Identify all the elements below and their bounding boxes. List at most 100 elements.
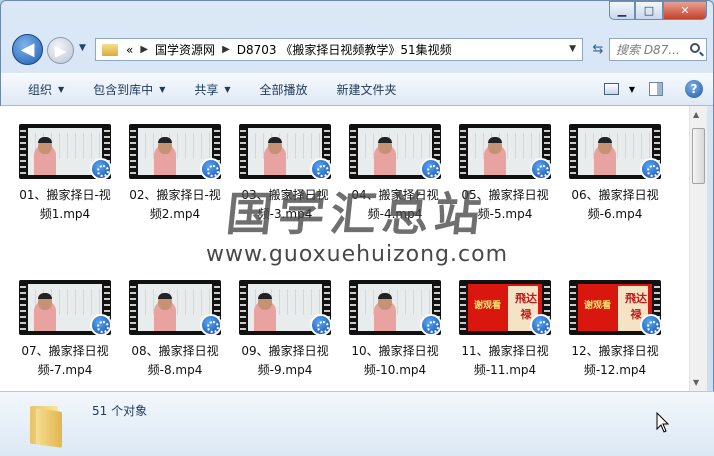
file-name-line: 05、搬家择日视	[461, 188, 549, 202]
details-pane: 51 个对象	[0, 391, 714, 456]
media-player-icon	[640, 314, 661, 335]
file-name-line: 频-5.mp4	[477, 207, 533, 221]
file-item[interactable]: 04、搬家择日视 频-4.mp4	[340, 124, 450, 224]
breadcrumb-root[interactable]: 国学资源网	[155, 41, 215, 58]
file-name-line: 10、搬家择日视	[351, 344, 439, 358]
file-item[interactable]: 10、搬家择日视 频-10.mp4	[340, 280, 450, 380]
share-button[interactable]: 共享 ▼	[194, 81, 230, 98]
file-item[interactable]: 06、搬家择日视 频-6.mp4	[560, 124, 670, 224]
media-player-icon	[420, 158, 441, 179]
scroll-thumb[interactable]	[692, 128, 705, 184]
video-thumbnail	[569, 124, 661, 179]
media-player-icon	[200, 158, 221, 179]
back-button[interactable]: ◀	[12, 34, 43, 65]
refresh-icon[interactable]: ⇆	[587, 38, 609, 61]
organize-button[interactable]: 组织 ▼	[28, 81, 64, 98]
media-player-icon	[640, 158, 661, 179]
file-item[interactable]: 09、搬家择日视 频-9.mp4	[230, 280, 340, 380]
change-view-icon[interactable]	[603, 83, 619, 95]
video-thumbnail	[349, 124, 441, 179]
folder-icon	[28, 404, 64, 448]
file-item[interactable]: 05、搬家择日视 频-5.mp4	[450, 124, 560, 224]
chevron-right-icon[interactable]: ▶	[140, 44, 148, 55]
media-player-icon	[530, 158, 551, 179]
file-name-line: 频-12.mp4	[583, 363, 647, 377]
new-folder-button[interactable]: 新建文件夹	[337, 81, 397, 98]
scroll-up-icon[interactable]: ▲	[693, 110, 699, 119]
chevron-down-icon: ▼	[224, 85, 231, 94]
file-name-line: 频-3.mp4	[257, 207, 313, 221]
search-input[interactable]: 搜索 D87...	[609, 38, 707, 61]
file-item[interactable]: 08、搬家择日视 频-8.mp4	[120, 280, 230, 380]
media-player-icon	[310, 158, 331, 179]
media-player-icon	[530, 314, 551, 335]
scroll-down-icon[interactable]: ▼	[693, 378, 699, 387]
media-player-icon	[90, 314, 111, 335]
file-item[interactable]: 07、搬家择日视 频-7.mp4	[10, 280, 120, 380]
media-player-icon	[310, 314, 331, 335]
file-item[interactable]: 02、搬家择日-视 频2.mp4	[120, 124, 230, 224]
view-dropdown-icon[interactable]: ▼	[629, 85, 635, 94]
chevron-down-icon: ▼	[159, 85, 166, 94]
file-name: 02、搬家择日-视 频2.mp4	[120, 186, 230, 224]
preview-pane-icon[interactable]	[649, 82, 663, 96]
path-prefix[interactable]: «	[126, 43, 133, 57]
file-name-line: 频-9.mp4	[257, 363, 313, 377]
search-placeholder: 搜索 D87...	[616, 43, 680, 57]
media-player-icon	[200, 314, 221, 335]
file-name-line: 04、搬家择日视	[351, 188, 439, 202]
file-list[interactable]: 01、搬家择日-视 频1.mp4 02、搬家择日-视 频2.mp4 03、搬家择日视 频-…	[0, 106, 704, 391]
video-thumbnail: 谢观看 飛达禄	[569, 280, 661, 335]
include-library-button[interactable]: 包含到库中 ▼	[93, 81, 165, 98]
share-label: 共享	[194, 83, 219, 97]
file-name-line: 频-6.mp4	[587, 207, 643, 221]
mouse-cursor-icon	[656, 412, 670, 433]
maximize-button[interactable]: □	[635, 1, 663, 20]
file-name: 10、搬家择日视 频-10.mp4	[340, 342, 450, 380]
address-bar[interactable]: « ▶ 国学资源网 ▶ D8703 《搬家择日视频教学》51集视频 ▼	[95, 38, 583, 61]
address-dropdown-icon[interactable]: ▼	[569, 44, 576, 54]
folder-icon	[102, 43, 118, 56]
file-name: 08、搬家择日视 频-8.mp4	[120, 342, 230, 380]
minimize-button[interactable]: ▁	[609, 1, 635, 20]
file-name: 05、搬家择日视 频-5.mp4	[450, 186, 560, 224]
vertical-scrollbar[interactable]: ▲ ▼	[689, 106, 707, 391]
file-item[interactable]: 01、搬家择日-视 频1.mp4	[10, 124, 120, 224]
file-name: 04、搬家择日视 频-4.mp4	[340, 186, 450, 224]
file-name: 11、搬家择日视 频-11.mp4	[450, 342, 560, 380]
breadcrumb-current[interactable]: D8703 《搬家择日视频教学》51集视频	[237, 41, 452, 58]
file-name-line: 08、搬家择日视	[131, 344, 219, 358]
help-icon[interactable]: ?	[685, 80, 703, 98]
chevron-down-icon: ▼	[58, 85, 65, 94]
close-button[interactable]: ✕	[663, 1, 707, 20]
thumb-caption: 谢观看	[584, 301, 612, 311]
file-name: 03、搬家择日视 频-3.mp4	[230, 186, 340, 224]
recent-pages-dropdown[interactable]: ▼	[79, 43, 86, 53]
search-icon[interactable]	[690, 43, 700, 53]
file-name-line: 频2.mp4	[149, 207, 201, 221]
video-thumbnail	[349, 280, 441, 335]
video-thumbnail	[239, 124, 331, 179]
file-item[interactable]: 谢观看 飛达禄 11、搬家择日视 频-11.mp4	[450, 280, 560, 380]
forward-button[interactable]: ▶	[47, 37, 74, 64]
command-bar: 组织 ▼ 包含到库中 ▼ 共享 ▼ 全部播放 新建文件夹 ▼ ?	[1, 73, 713, 106]
file-name-line: 06、搬家择日视	[571, 188, 659, 202]
file-name-line: 11、搬家择日视	[461, 344, 549, 358]
media-player-icon	[420, 314, 441, 335]
toolbar-right: ▼ ?	[603, 80, 703, 98]
file-name: 07、搬家择日视 频-7.mp4	[10, 342, 120, 380]
video-thumbnail	[19, 124, 111, 179]
file-name: 06、搬家择日视 频-6.mp4	[560, 186, 670, 224]
video-thumbnail	[459, 124, 551, 179]
video-thumbnail: 谢观看 飛达禄	[459, 280, 551, 335]
file-item[interactable]: 谢观看 飛达禄 12、搬家择日视 频-12.mp4	[560, 280, 670, 380]
file-name-line: 02、搬家择日-视	[129, 188, 221, 202]
file-name-line: 频-8.mp4	[147, 363, 203, 377]
file-name-line: 频-4.mp4	[367, 207, 423, 221]
chevron-right-icon[interactable]: ▶	[222, 44, 230, 55]
file-name-line: 01、搬家择日-视	[19, 188, 111, 202]
file-item[interactable]: 03、搬家择日视 频-3.mp4	[230, 124, 340, 224]
organize-label: 组织	[28, 83, 53, 97]
file-name-line: 频-11.mp4	[473, 363, 537, 377]
play-all-button[interactable]: 全部播放	[260, 81, 308, 98]
